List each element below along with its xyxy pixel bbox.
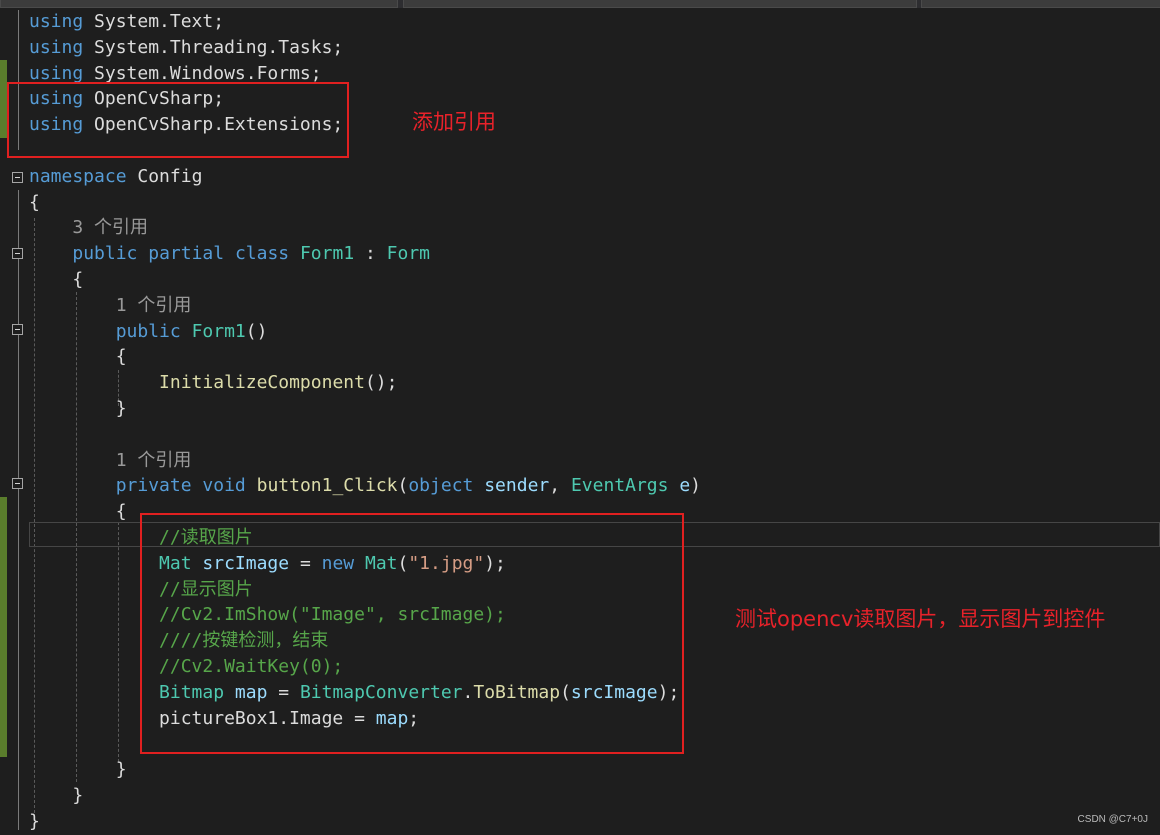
- code-token-kw: using: [29, 62, 84, 84]
- code-line: }: [29, 809, 40, 835]
- code-token-plain: System.Text;: [83, 11, 225, 32]
- code-token-kw: using: [29, 11, 84, 32]
- code-token-plain: (: [397, 475, 409, 497]
- code-line: public partial class Form1 : Form: [29, 241, 430, 267]
- code-line: using System.Threading.Tasks;: [29, 35, 343, 61]
- outline-line-namespace: [18, 190, 19, 830]
- code-token-plain: }: [29, 398, 127, 419]
- code-line: 3 个引用: [29, 215, 148, 241]
- document-tab-bar: [0, 0, 1160, 8]
- code-token-plain: ();: [364, 372, 398, 394]
- tab-strip-right[interactable]: [921, 0, 1160, 8]
- code-token-var: sender: [484, 475, 550, 497]
- code-token-kw: class: [234, 243, 290, 265]
- code-token-plain: (): [245, 320, 268, 342]
- tab-strip-middle[interactable]: [403, 0, 917, 8]
- code-token-kw: public: [115, 320, 181, 342]
- code-token-plain: {: [29, 346, 127, 368]
- code-token-fn: button1_Click: [256, 475, 398, 497]
- code-token-fn: InitializeComponent: [159, 372, 365, 394]
- collapse-namespace-icon[interactable]: [12, 172, 23, 183]
- annotation-add-reference: 添加引用: [412, 110, 496, 134]
- code-token-ref: 1 个引用: [29, 449, 192, 471]
- change-indicator-method-body: [0, 497, 7, 757]
- annotation-test-opencv: 测试opencv读取图片，显示图片到控件: [735, 607, 1106, 631]
- tab-strip-left[interactable]: [0, 0, 398, 8]
- code-token-plain: }: [29, 810, 40, 832]
- change-indicator-usings: [0, 60, 7, 138]
- code-token-plain: {: [29, 269, 84, 290]
- code-token-ty: Form: [386, 243, 431, 265]
- collapse-method-icon[interactable]: [12, 478, 23, 489]
- code-token-kw: object: [408, 475, 474, 497]
- code-line: namespace Config: [29, 164, 202, 190]
- code-line: }: [29, 783, 83, 809]
- code-line: public Form1(): [29, 319, 268, 345]
- code-token-ref: 3 个引用: [29, 217, 149, 239]
- code-line: }: [29, 757, 127, 783]
- code-token-plain: :: [354, 243, 387, 265]
- code-line: {: [29, 190, 40, 216]
- collapse-class-icon[interactable]: [12, 248, 23, 259]
- code-line: 1 个引用: [29, 448, 192, 474]
- code-token-plain: }: [29, 785, 84, 806]
- code-token-kw: namespace: [29, 165, 127, 187]
- code-token-plain: System.Threading.Tasks;: [83, 36, 344, 58]
- code-line: InitializeComponent();: [29, 370, 397, 396]
- code-token-kw: private: [115, 475, 192, 497]
- code-token-kw: using: [29, 36, 84, 58]
- code-token-ty: EventArgs: [570, 475, 669, 497]
- code-token-plain: ,: [549, 475, 571, 497]
- code-token-ty: Form1: [299, 243, 355, 265]
- code-line: }: [29, 396, 127, 422]
- code-token-kw: public: [72, 243, 138, 265]
- code-token-kw: void: [202, 475, 246, 497]
- watermark: CSDN @C7+0J: [1077, 814, 1148, 825]
- code-token-kw: partial: [148, 243, 225, 265]
- collapse-constructor-icon[interactable]: [12, 324, 23, 335]
- code-token-plain: }: [29, 759, 127, 781]
- code-token-plain: ): [690, 475, 702, 497]
- code-token-plain: Config: [126, 165, 203, 187]
- code-token-plain: System.Windows.Forms;: [83, 62, 322, 84]
- code-line: private void button1_Click(object sender…: [29, 473, 701, 499]
- annotation-box-method-body: [140, 513, 684, 754]
- code-line: {: [29, 267, 83, 293]
- code-line: {: [29, 499, 127, 525]
- code-token-ty: Form1: [191, 320, 246, 342]
- code-line: using System.Text;: [29, 9, 224, 35]
- code-token-var: e: [679, 475, 691, 497]
- code-token-plain: {: [29, 191, 40, 213]
- code-token-ref: 1 个引用: [29, 294, 192, 316]
- code-line: {: [29, 344, 127, 370]
- code-line: 1 个引用: [29, 293, 192, 319]
- annotation-box-usings: [7, 82, 349, 158]
- code-token-plain: {: [29, 501, 127, 523]
